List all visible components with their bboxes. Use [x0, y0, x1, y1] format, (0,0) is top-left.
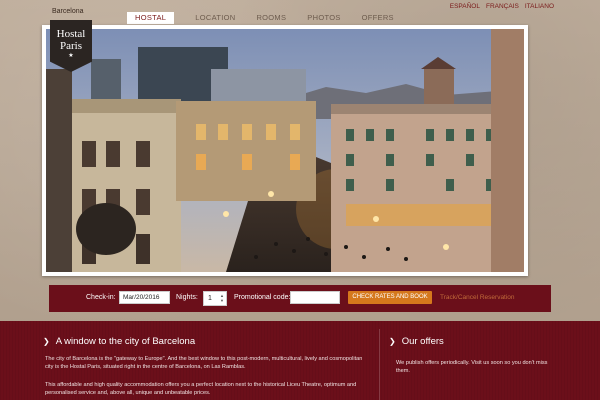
language-italian[interactable]: ITALIANO	[525, 3, 554, 10]
nav-item-photos[interactable]: PHOTOS	[307, 12, 340, 24]
offers-section-title: Our offers	[401, 336, 444, 347]
hero-photo	[46, 29, 524, 272]
check-rates-button[interactable]: CHECK RATES AND BOOK	[348, 291, 432, 304]
main-section-title: A window to the city of Barcelona	[55, 336, 196, 347]
select-arrows-icon: ▲ ▼	[220, 293, 224, 303]
main-paragraph-1: The city of Barcelona is the "gateway to…	[45, 356, 363, 371]
nights-select-value: 1	[208, 295, 212, 302]
language-spanish[interactable]: ESPAÑOL	[450, 3, 480, 10]
nights-select[interactable]: 1 ▲ ▼	[203, 291, 227, 306]
main-paragraph-2: This affordable and high quality accommo…	[45, 382, 357, 397]
promo-code-input[interactable]	[290, 291, 340, 304]
content-section: ❯ A window to the city of Barcelona The c…	[0, 321, 600, 400]
nav-item-location[interactable]: LOCATION	[195, 12, 235, 24]
logo[interactable]: Barcelona Hostal Paris ★	[48, 8, 98, 72]
nav-item-hostal[interactable]: HOSTAL	[127, 12, 175, 24]
checkin-date-input[interactable]	[119, 291, 170, 304]
offers-text: We publish offers periodically. Visit us…	[396, 360, 548, 375]
logo-star-icon: ★	[68, 53, 74, 59]
booking-bar: Check-in: Nights: 1 ▲▼ Promotional code:…	[49, 285, 551, 312]
main-nav: HOSTAL LOCATION ROOMS PHOTOS OFFERS	[127, 12, 415, 24]
logo-line-2: Paris	[60, 40, 82, 52]
barcelona-street-photo	[46, 29, 524, 272]
nav-item-offers[interactable]: OFFERS	[362, 12, 394, 24]
offers-section-heading: ❯ Our offers	[389, 336, 444, 347]
logo-city: Barcelona	[52, 8, 84, 15]
logo-line-1: Hostal	[56, 28, 86, 40]
main-section-heading: ❯ A window to the city of Barcelona	[43, 336, 195, 347]
chevron-right-icon: ❯	[43, 337, 50, 346]
section-divider	[379, 329, 380, 400]
language-french[interactable]: FRANÇAIS	[486, 3, 519, 10]
hero-photo-frame	[42, 25, 528, 276]
language-switcher: ESPAÑOL FRANÇAIS ITALIANO	[450, 3, 554, 10]
track-cancel-link[interactable]: Track/Cancel Reservation	[440, 294, 515, 301]
checkin-label: Check-in:	[86, 294, 116, 301]
promo-code-label: Promotional code:	[234, 294, 291, 301]
chevron-right-icon: ❯	[389, 337, 396, 346]
logo-badge: Hostal Paris ★	[50, 20, 92, 72]
nav-item-rooms[interactable]: ROOMS	[256, 12, 286, 24]
nights-label: Nights:	[176, 294, 198, 301]
